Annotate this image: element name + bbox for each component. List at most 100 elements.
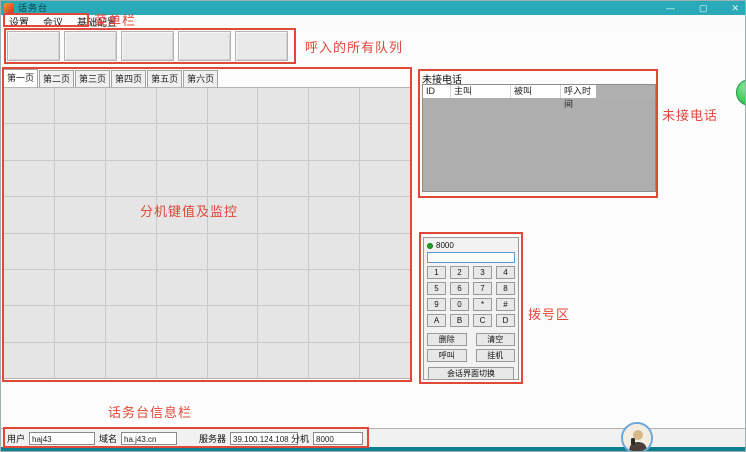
key-7[interactable]: 7 bbox=[473, 282, 492, 295]
extension-cell[interactable] bbox=[309, 197, 359, 232]
extension-cell[interactable] bbox=[208, 343, 258, 378]
extension-cell[interactable] bbox=[309, 306, 359, 341]
extension-cell[interactable] bbox=[55, 270, 105, 305]
queue-slot[interactable] bbox=[235, 31, 288, 61]
extension-cell[interactable] bbox=[106, 161, 156, 196]
extension-cell[interactable] bbox=[106, 306, 156, 341]
clear-button[interactable]: 清空 bbox=[476, 333, 516, 346]
extension-cell[interactable] bbox=[157, 161, 207, 196]
key-d[interactable]: D bbox=[496, 314, 515, 327]
delete-button[interactable]: 删除 bbox=[427, 333, 467, 346]
extension-cell[interactable] bbox=[309, 234, 359, 269]
extension-cell[interactable] bbox=[157, 234, 207, 269]
queue-slot[interactable] bbox=[121, 31, 174, 61]
extension-cell[interactable] bbox=[258, 270, 308, 305]
extension-cell[interactable] bbox=[309, 270, 359, 305]
key-6[interactable]: 6 bbox=[450, 282, 469, 295]
extension-cell[interactable] bbox=[208, 306, 258, 341]
close-icon[interactable]: ✕ bbox=[731, 1, 739, 15]
key-a[interactable]: A bbox=[427, 314, 446, 327]
menu-item-settings[interactable]: 设置 bbox=[9, 14, 29, 29]
extension-cell[interactable] bbox=[157, 343, 207, 378]
extension-cell[interactable] bbox=[4, 161, 54, 196]
extension-cell[interactable] bbox=[208, 197, 258, 232]
extension-cell[interactable] bbox=[360, 306, 410, 341]
key-9[interactable]: 9 bbox=[427, 298, 446, 311]
extension-cell[interactable] bbox=[208, 270, 258, 305]
extension-cell[interactable] bbox=[4, 88, 54, 123]
domain-field[interactable]: ha.j43.cn bbox=[121, 432, 177, 445]
extension-cell[interactable] bbox=[106, 197, 156, 232]
maximize-icon[interactable]: ▢ bbox=[699, 1, 708, 15]
key-star[interactable]: * bbox=[473, 298, 492, 311]
extension-cell[interactable] bbox=[55, 197, 105, 232]
menu-item-basic-config[interactable]: 基础配置 bbox=[77, 14, 117, 29]
tab-page-1[interactable]: 第一页 bbox=[3, 69, 38, 87]
session-view-switch-button[interactable]: 会话界面切换 bbox=[428, 367, 514, 380]
floating-green-button[interactable] bbox=[736, 79, 746, 106]
menu-item-conference[interactable]: 会议 bbox=[43, 14, 63, 29]
extension-cell[interactable] bbox=[208, 88, 258, 123]
extension-cell[interactable] bbox=[4, 270, 54, 305]
key-0[interactable]: 0 bbox=[450, 298, 469, 311]
extension-cell[interactable] bbox=[106, 234, 156, 269]
minimize-icon[interactable]: — bbox=[666, 1, 675, 15]
key-hash[interactable]: # bbox=[496, 298, 515, 311]
key-4[interactable]: 4 bbox=[496, 266, 515, 279]
tab-page-3[interactable]: 第三页 bbox=[75, 70, 110, 87]
tab-page-5[interactable]: 第五页 bbox=[147, 70, 182, 87]
key-8[interactable]: 8 bbox=[496, 282, 515, 295]
extension-cell[interactable] bbox=[4, 197, 54, 232]
tab-page-2[interactable]: 第二页 bbox=[39, 70, 74, 87]
user-field[interactable]: haj43 bbox=[29, 432, 95, 445]
extension-cell[interactable] bbox=[258, 124, 308, 159]
extension-cell[interactable] bbox=[55, 88, 105, 123]
key-3[interactable]: 3 bbox=[473, 266, 492, 279]
extension-cell[interactable] bbox=[258, 88, 308, 123]
extension-cell[interactable] bbox=[208, 124, 258, 159]
tab-page-6[interactable]: 第六页 bbox=[183, 70, 218, 87]
extension-cell[interactable] bbox=[55, 124, 105, 159]
key-5[interactable]: 5 bbox=[427, 282, 446, 295]
extension-cell[interactable] bbox=[309, 124, 359, 159]
extension-cell[interactable] bbox=[360, 88, 410, 123]
extension-cell[interactable] bbox=[309, 161, 359, 196]
extension-cell[interactable] bbox=[258, 343, 308, 378]
extension-cell[interactable] bbox=[360, 270, 410, 305]
extension-cell[interactable] bbox=[360, 197, 410, 232]
key-b[interactable]: B bbox=[450, 314, 469, 327]
extension-cell[interactable] bbox=[55, 161, 105, 196]
extension-cell[interactable] bbox=[4, 124, 54, 159]
extension-cell[interactable] bbox=[157, 88, 207, 123]
extension-cell[interactable] bbox=[258, 197, 308, 232]
queue-slot[interactable] bbox=[7, 31, 60, 61]
extension-cell[interactable] bbox=[360, 161, 410, 196]
extension-cell[interactable] bbox=[4, 343, 54, 378]
extension-cell[interactable] bbox=[55, 343, 105, 378]
extension-cell[interactable] bbox=[157, 124, 207, 159]
extension-cell[interactable] bbox=[360, 234, 410, 269]
extension-cell[interactable] bbox=[360, 343, 410, 378]
extension-cell[interactable] bbox=[208, 161, 258, 196]
extension-cell[interactable] bbox=[309, 343, 359, 378]
key-2[interactable]: 2 bbox=[450, 266, 469, 279]
key-c[interactable]: C bbox=[473, 314, 492, 327]
server-field[interactable]: 39.100.124.108 bbox=[230, 432, 298, 445]
extension-cell[interactable] bbox=[208, 234, 258, 269]
extension-field[interactable]: 8000 bbox=[313, 432, 363, 445]
extension-cell[interactable] bbox=[258, 161, 308, 196]
extension-cell[interactable] bbox=[4, 234, 54, 269]
extension-cell[interactable] bbox=[106, 270, 156, 305]
hangup-button[interactable]: 挂机 bbox=[476, 349, 516, 362]
extension-cell[interactable] bbox=[309, 88, 359, 123]
extension-cell[interactable] bbox=[360, 124, 410, 159]
headset-avatar-icon[interactable] bbox=[621, 422, 653, 452]
extension-cell[interactable] bbox=[4, 306, 54, 341]
extension-cell[interactable] bbox=[106, 343, 156, 378]
key-1[interactable]: 1 bbox=[427, 266, 446, 279]
extension-cell[interactable] bbox=[258, 234, 308, 269]
queue-slot[interactable] bbox=[64, 31, 117, 61]
extension-cell[interactable] bbox=[55, 306, 105, 341]
tab-page-4[interactable]: 第四页 bbox=[111, 70, 146, 87]
queue-slot[interactable] bbox=[178, 31, 231, 61]
